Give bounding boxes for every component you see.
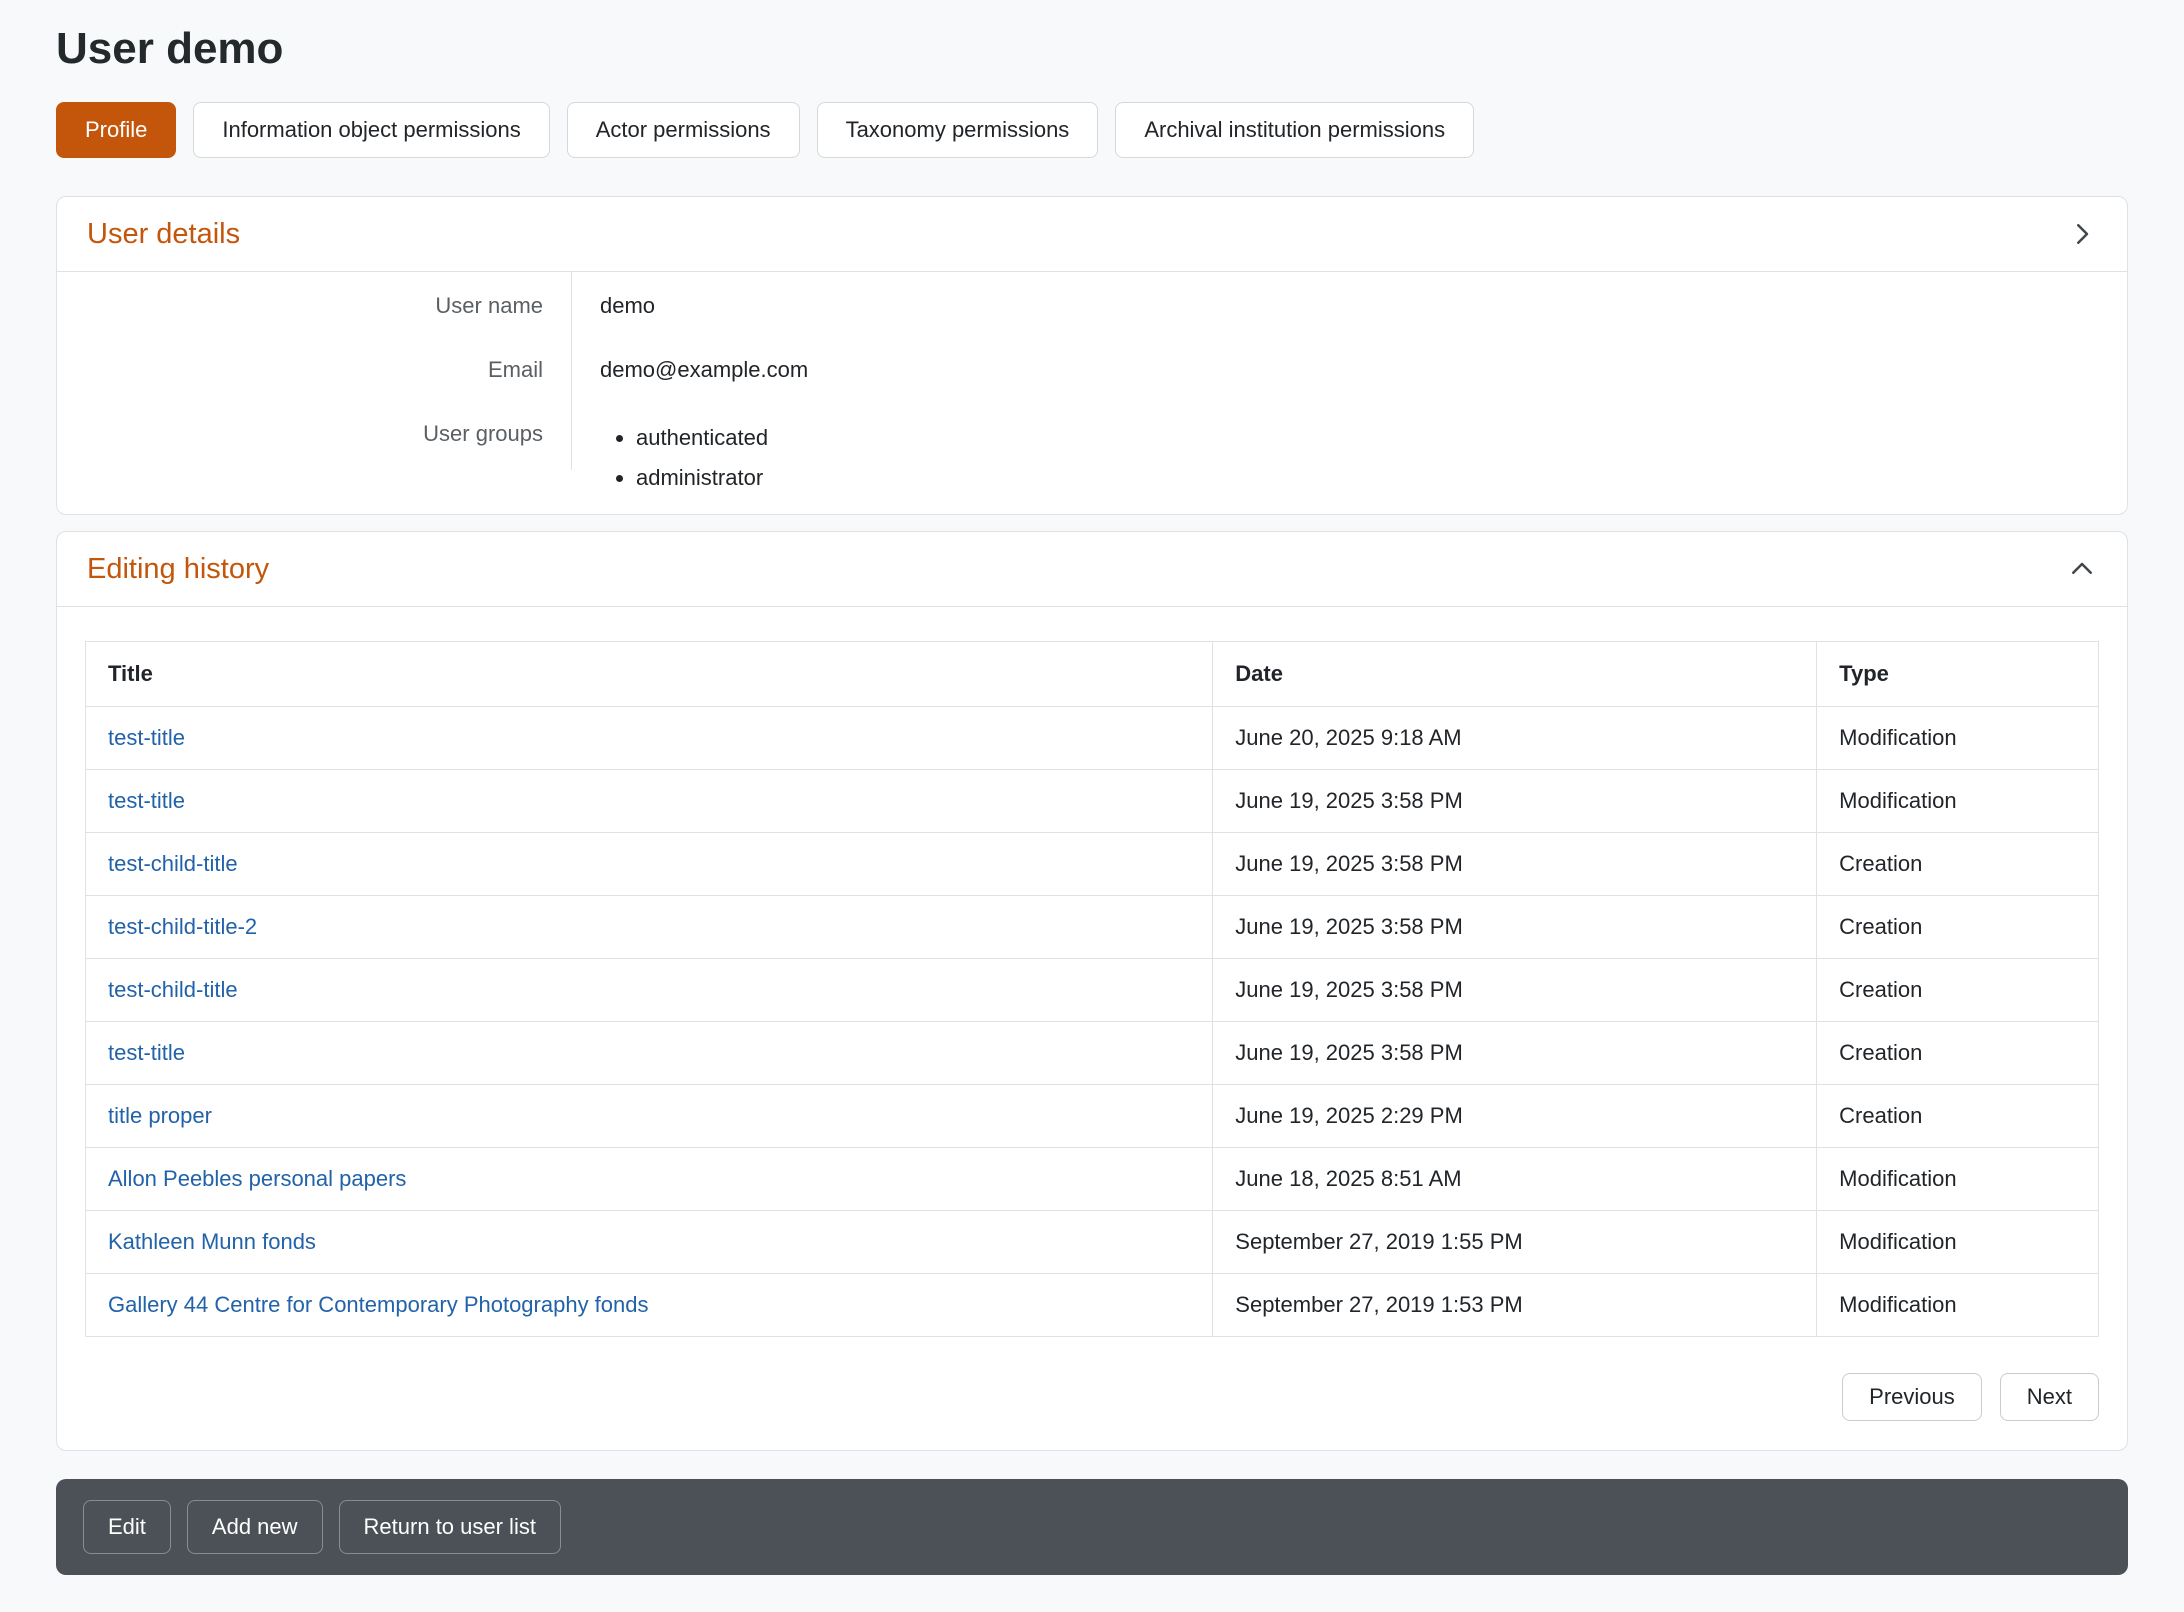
- detail-label: User name: [57, 272, 572, 338]
- table-row: Allon Peebles personal papers June 18, 2…: [86, 1148, 2099, 1211]
- record-type: Modification: [1817, 1211, 2099, 1274]
- record-link[interactable]: test-title: [108, 725, 185, 750]
- table-header-row: Title Date Type: [86, 642, 2099, 707]
- record-type: Modification: [1817, 1148, 2099, 1211]
- record-type: Creation: [1817, 1022, 2099, 1085]
- detail-row-user-groups: User groups authenticated administrator: [57, 402, 2127, 514]
- record-date: June 20, 2025 9:18 AM: [1213, 707, 1817, 770]
- record-date: September 27, 2019 1:53 PM: [1213, 1274, 1817, 1337]
- action-bar: Edit Add new Return to user list: [56, 1479, 2128, 1575]
- record-link[interactable]: test-title: [108, 788, 185, 813]
- user-details-panel: User details User name demo Email demo@e…: [56, 196, 2128, 515]
- user-groups-list: authenticated administrator: [600, 418, 768, 498]
- table-row: test-title June 19, 2025 3:58 PM Creatio…: [86, 1022, 2099, 1085]
- table-row: test-title June 20, 2025 9:18 AM Modific…: [86, 707, 2099, 770]
- record-date: June 18, 2025 8:51 AM: [1213, 1148, 1817, 1211]
- user-details-header[interactable]: User details: [57, 197, 2127, 272]
- detail-value: demo@example.com: [572, 338, 808, 402]
- record-link[interactable]: Gallery 44 Centre for Contemporary Photo…: [108, 1292, 649, 1317]
- table-row: Gallery 44 Centre for Contemporary Photo…: [86, 1274, 2099, 1337]
- edit-button[interactable]: Edit: [83, 1500, 171, 1554]
- add-new-button[interactable]: Add new: [187, 1500, 323, 1554]
- record-date: June 19, 2025 3:58 PM: [1213, 959, 1817, 1022]
- record-link[interactable]: test-title: [108, 1040, 185, 1065]
- record-date: June 19, 2025 3:58 PM: [1213, 833, 1817, 896]
- chevron-right-icon[interactable]: [2067, 219, 2097, 249]
- tab-taxonomy-permissions[interactable]: Taxonomy permissions: [817, 102, 1099, 158]
- record-type: Modification: [1817, 707, 2099, 770]
- detail-value: demo: [572, 272, 655, 338]
- previous-button[interactable]: Previous: [1842, 1373, 1982, 1421]
- tab-information-object-permissions[interactable]: Information object permissions: [193, 102, 549, 158]
- tabs: Profile Information object permissions A…: [56, 102, 2128, 158]
- detail-label: Email: [57, 338, 572, 402]
- record-type: Creation: [1817, 833, 2099, 896]
- table-row: test-child-title-2 June 19, 2025 3:58 PM…: [86, 896, 2099, 959]
- editing-history-header[interactable]: Editing history: [57, 532, 2127, 607]
- tab-profile[interactable]: Profile: [56, 102, 176, 158]
- record-link[interactable]: Kathleen Munn fonds: [108, 1229, 316, 1254]
- record-date: September 27, 2019 1:55 PM: [1213, 1211, 1817, 1274]
- editing-history-panel: Editing history Title Date Type test-tit…: [56, 531, 2128, 1451]
- record-type: Creation: [1817, 896, 2099, 959]
- table-row: test-child-title June 19, 2025 3:58 PM C…: [86, 833, 2099, 896]
- chevron-up-icon[interactable]: [2067, 554, 2097, 584]
- record-date: June 19, 2025 3:58 PM: [1213, 770, 1817, 833]
- detail-value: authenticated administrator: [572, 402, 768, 514]
- table-row: title proper June 19, 2025 2:29 PM Creat…: [86, 1085, 2099, 1148]
- record-link[interactable]: test-child-title: [108, 851, 238, 876]
- table-row: Kathleen Munn fonds September 27, 2019 1…: [86, 1211, 2099, 1274]
- table-row: test-title June 19, 2025 3:58 PM Modific…: [86, 770, 2099, 833]
- record-date: June 19, 2025 3:58 PM: [1213, 896, 1817, 959]
- editing-history-body: Title Date Type test-title June 20, 2025…: [57, 607, 2127, 1450]
- record-type: Modification: [1817, 770, 2099, 833]
- record-link[interactable]: test-child-title-2: [108, 914, 257, 939]
- detail-row-email: Email demo@example.com: [57, 338, 2127, 402]
- record-date: June 19, 2025 2:29 PM: [1213, 1085, 1817, 1148]
- user-details-heading: User details: [87, 217, 240, 251]
- record-type: Modification: [1817, 1274, 2099, 1337]
- record-link[interactable]: test-child-title: [108, 977, 238, 1002]
- record-type: Creation: [1817, 1085, 2099, 1148]
- editing-history-table: Title Date Type test-title June 20, 2025…: [85, 641, 2099, 1337]
- pagination: Previous Next: [85, 1373, 2099, 1421]
- record-type: Creation: [1817, 959, 2099, 1022]
- return-to-user-list-button[interactable]: Return to user list: [339, 1500, 561, 1554]
- record-link[interactable]: Allon Peebles personal papers: [108, 1166, 406, 1191]
- page: User demo Profile Information object per…: [56, 24, 2128, 1575]
- record-link[interactable]: title proper: [108, 1103, 212, 1128]
- tab-actor-permissions[interactable]: Actor permissions: [567, 102, 800, 158]
- record-date: June 19, 2025 3:58 PM: [1213, 1022, 1817, 1085]
- column-header-date: Date: [1213, 642, 1817, 707]
- detail-label: User groups: [57, 402, 572, 470]
- next-button[interactable]: Next: [2000, 1373, 2099, 1421]
- table-row: test-child-title June 19, 2025 3:58 PM C…: [86, 959, 2099, 1022]
- column-header-title: Title: [86, 642, 1213, 707]
- column-header-type: Type: [1817, 642, 2099, 707]
- user-group-item: administrator: [636, 458, 768, 498]
- detail-row-user-name: User name demo: [57, 272, 2127, 338]
- editing-history-heading: Editing history: [87, 552, 269, 586]
- user-group-item: authenticated: [636, 418, 768, 458]
- page-title: User demo: [56, 24, 2128, 74]
- user-details-body: User name demo Email demo@example.com Us…: [57, 272, 2127, 514]
- tab-archival-institution-permissions[interactable]: Archival institution permissions: [1115, 102, 1474, 158]
